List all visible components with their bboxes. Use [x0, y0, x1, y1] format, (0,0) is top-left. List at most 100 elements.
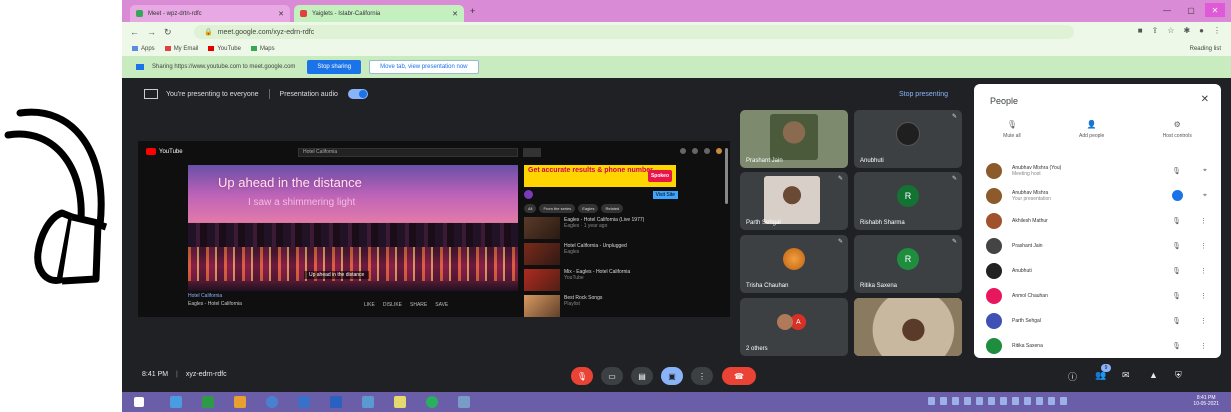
pin-icon[interactable]: ✎ — [952, 113, 957, 120]
chrome-icon[interactable] — [266, 396, 278, 408]
save-button[interactable]: SAVE — [435, 302, 448, 308]
browser-tab-youtube[interactable]: Yaiglets - Islabr-California ✕ — [294, 5, 464, 22]
edge-icon[interactable] — [170, 396, 182, 408]
like-button[interactable]: LIKE — [364, 302, 375, 308]
app-icon[interactable] — [202, 396, 214, 408]
pin-icon[interactable]: ✎ — [838, 175, 843, 182]
close-icon[interactable]: ✕ — [1201, 94, 1209, 105]
window-close-icon[interactable]: ✕ — [1205, 3, 1225, 17]
participant-tile[interactable]: ✎ R Rishabh Sharma — [854, 172, 962, 230]
start-icon[interactable] — [134, 397, 144, 407]
mute-all-button[interactable]: 🎙 Mute all — [1003, 120, 1021, 139]
share-icon[interactable]: ⇪ — [1152, 26, 1159, 35]
video-player[interactable]: Up ahead in the distance I saw a shimmer… — [188, 165, 518, 291]
youtube-logo[interactable]: YouTube — [146, 148, 183, 155]
mic-off-button[interactable]: 🎙 — [571, 367, 593, 385]
mic-muted-icon[interactable]: 🎙 — [1172, 317, 1181, 325]
maximize-icon[interactable]: ▢ — [1181, 3, 1201, 17]
tray-icon[interactable] — [928, 397, 935, 405]
account-avatar[interactable] — [716, 148, 722, 154]
tray-icon[interactable] — [1060, 397, 1067, 405]
chip-series[interactable]: From the series — [539, 204, 576, 213]
participant-row[interactable]: Prashant Jain 🎙 ⋮ — [974, 233, 1221, 258]
profile-icon[interactable]: ● — [1199, 26, 1204, 35]
word-icon[interactable] — [330, 396, 342, 408]
search-icon[interactable] — [523, 148, 541, 157]
meeting-details-icon[interactable]: ⓘ — [1068, 370, 1077, 383]
folder-icon[interactable] — [234, 396, 246, 408]
skype-icon[interactable] — [298, 396, 310, 408]
bookmark-email[interactable]: My Email — [164, 45, 198, 52]
bookmark-youtube[interactable]: YouTube — [208, 45, 241, 52]
tray-icon[interactable] — [1024, 397, 1031, 405]
more-options-icon[interactable]: ⋮ — [1200, 267, 1207, 275]
related-video[interactable]: Best Rock Songs Playlist — [524, 295, 714, 317]
mic-muted-icon[interactable]: 🎙 — [1172, 267, 1181, 275]
create-icon[interactable] — [680, 148, 686, 154]
tray-icon[interactable] — [952, 397, 959, 405]
bookmark-apps[interactable]: Apps — [132, 45, 155, 52]
tray-icon[interactable] — [1012, 397, 1019, 405]
stage-scrollbar[interactable] — [725, 148, 728, 204]
participant-row[interactable]: Anubhav Mishra (You) Meeting host 🎙 ⌖ — [974, 158, 1221, 183]
present-now-button[interactable]: ▣ — [661, 367, 683, 385]
back-icon[interactable]: ← — [130, 27, 139, 37]
pin-icon[interactable]: ✎ — [952, 175, 957, 182]
tray-icon[interactable] — [964, 397, 971, 405]
related-video[interactable]: Hotel California - Unplugged Eagles — [524, 243, 714, 265]
more-options-icon[interactable]: ⋮ — [1200, 242, 1207, 250]
camera-indicator-icon[interactable]: ■ — [1138, 26, 1143, 35]
chip-all[interactable]: All — [524, 204, 537, 213]
tray-icon[interactable] — [976, 397, 983, 405]
pin-icon[interactable]: ✎ — [952, 238, 957, 245]
participant-row[interactable]: Akhilesh Mathur 🎙 ⋮ — [974, 208, 1221, 233]
related-video[interactable]: Eagles - Hotel California (Live 1977) Eag… — [524, 217, 714, 239]
visit-site-button[interactable]: Visit Site — [652, 190, 678, 199]
tray-icon[interactable] — [988, 397, 995, 405]
pin-icon[interactable]: ⌖ — [1203, 192, 1207, 200]
video-channel[interactable]: Eagles - Hotel California — [188, 301, 242, 307]
menu-icon[interactable]: ⋮ — [1213, 26, 1221, 35]
youtube-search-input[interactable]: Hotel California — [298, 148, 518, 157]
reading-list[interactable]: Reading list — [1190, 46, 1221, 52]
participant-row[interactable]: Anubhuti 🎙 ⋮ — [974, 258, 1221, 283]
pin-icon[interactable]: ✎ — [838, 238, 843, 245]
participant-tile[interactable]: ✎ Trisha Chauhan — [740, 235, 848, 293]
whatsapp-icon[interactable] — [426, 396, 438, 408]
video-heading[interactable]: Hotel California — [188, 293, 242, 299]
tray-icon[interactable] — [1036, 397, 1043, 405]
tray-icon[interactable] — [940, 397, 947, 405]
participant-tile[interactable]: ✎ R Ritika Saxena — [854, 235, 962, 293]
taskbar-clock[interactable]: 8:41 PM 10-05-2021 — [1193, 395, 1219, 407]
mic-muted-icon[interactable]: 🎙 — [1172, 167, 1181, 175]
apps-icon[interactable] — [692, 148, 698, 154]
stop-presenting-button[interactable]: Stop presenting — [899, 91, 948, 98]
tray-icon[interactable] — [1000, 397, 1007, 405]
related-video[interactable]: Mix - Eagles - Hotel California YouTube — [524, 269, 714, 291]
ad-brand-button[interactable]: Spokeo — [647, 170, 672, 182]
bookmark-maps[interactable]: Maps — [250, 45, 275, 52]
new-tab-icon[interactable]: + — [470, 6, 475, 16]
notifications-icon[interactable] — [704, 148, 710, 154]
more-options-button[interactable]: ⋮ — [691, 367, 713, 385]
participant-tile[interactable]: Prashant Jain — [740, 110, 848, 168]
forward-icon[interactable]: → — [147, 27, 156, 37]
chat-icon[interactable]: ✉ — [1122, 370, 1130, 381]
stop-sharing-button[interactable]: Stop sharing — [307, 60, 362, 74]
share-button[interactable]: SHARE — [410, 302, 427, 308]
more-options-icon[interactable]: ⋮ — [1200, 342, 1207, 350]
participant-row[interactable]: Ritika Saxena 🎙 ⋮ — [974, 333, 1221, 358]
presentation-audio-toggle[interactable] — [347, 89, 368, 99]
camera-button[interactable]: ▭ — [601, 367, 623, 385]
tray-icon[interactable] — [1048, 397, 1055, 405]
ad-banner[interactable]: Get accurate results & phone number Spok… — [524, 165, 676, 187]
address-bar[interactable]: 🔒 meet.google.com/xyz-edrn-rdfc — [194, 25, 1074, 39]
photos-icon[interactable] — [458, 396, 470, 408]
more-options-icon[interactable]: ⋮ — [1200, 292, 1207, 300]
captions-button[interactable]: ▤ — [631, 367, 653, 385]
participant-tile[interactable] — [854, 298, 962, 356]
participant-row[interactable]: Parth Sehgal 🎙 ⋮ — [974, 308, 1221, 333]
switch-tab-button[interactable]: Move tab, view presentation now — [369, 60, 479, 74]
more-options-icon[interactable]: ⋮ — [1200, 317, 1207, 325]
close-tab-icon[interactable]: ✕ — [452, 10, 458, 18]
